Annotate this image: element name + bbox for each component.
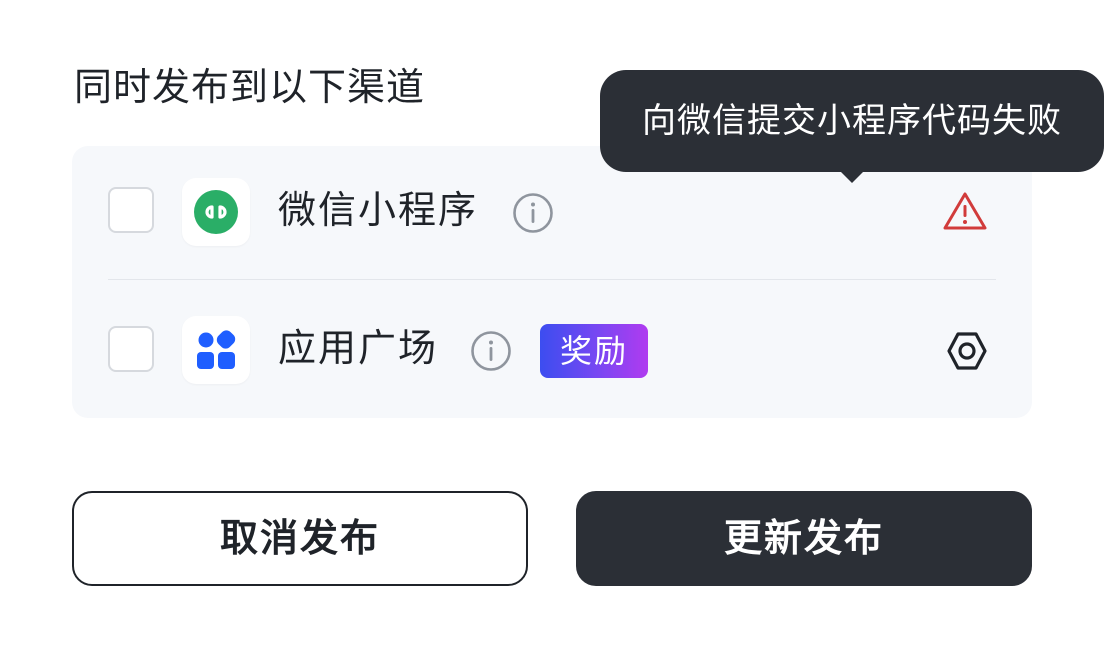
channel-checkbox-app-square[interactable] xyxy=(108,326,154,372)
settings-icon[interactable] xyxy=(946,330,988,372)
info-icon[interactable] xyxy=(470,330,512,372)
wechat-miniprogram-tile xyxy=(182,178,250,246)
channel-checkbox-wechat-miniprogram[interactable] xyxy=(108,187,154,233)
warning-icon[interactable] xyxy=(942,190,988,232)
app-square-tile xyxy=(182,316,250,384)
publish-channels-panel: 同时发布到以下渠道 微信小程序 应用广场 奖励 向微信提交小程序代码失败 取消发… xyxy=(0,0,1104,648)
app-square-icon xyxy=(197,330,236,369)
wechat-miniprogram-icon xyxy=(194,190,238,234)
tooltip-arrow xyxy=(840,171,864,183)
info-icon[interactable] xyxy=(512,192,554,234)
channel-row-app-square: 应用广场 奖励 xyxy=(72,282,1032,418)
section-title: 同时发布到以下渠道 xyxy=(74,65,426,109)
update-publish-button[interactable]: 更新发布 xyxy=(576,491,1032,586)
reward-badge: 奖励 xyxy=(540,324,648,378)
channel-name: 应用广场 xyxy=(278,326,439,370)
cancel-publish-button[interactable]: 取消发布 xyxy=(72,491,528,586)
channel-name: 微信小程序 xyxy=(278,188,479,232)
error-tooltip: 向微信提交小程序代码失败 xyxy=(600,70,1104,172)
row-divider xyxy=(108,279,996,280)
channel-list: 微信小程序 应用广场 奖励 xyxy=(72,146,1032,418)
